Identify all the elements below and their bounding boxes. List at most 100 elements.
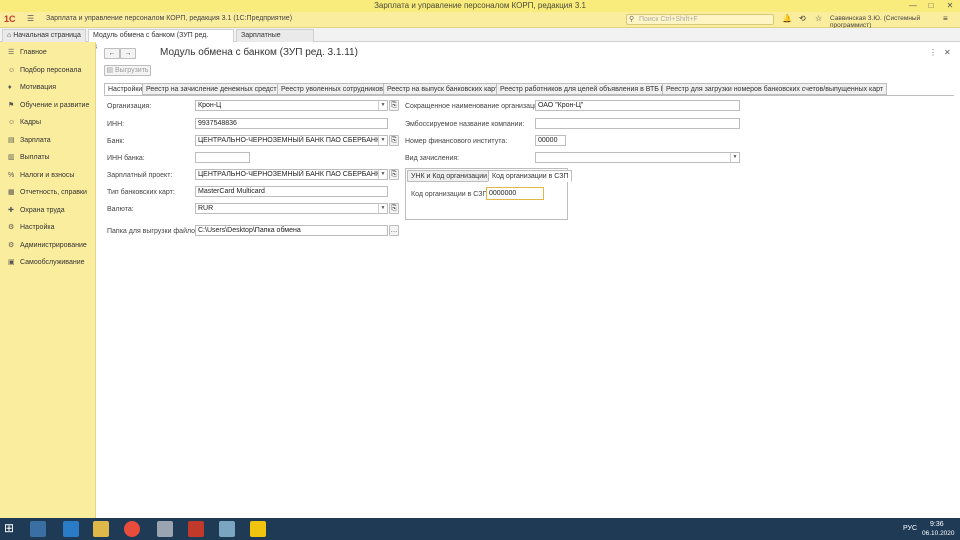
inn-field[interactable]: 9937548836 (195, 118, 388, 129)
open-link-icon[interactable]: ⎘ (389, 203, 399, 214)
subtab-unk[interactable]: УНК и Код организации (407, 170, 492, 182)
maximize-button[interactable]: □ (922, 0, 940, 12)
tab-salary-projects[interactable]: Зарплатные проекты ✕ (236, 29, 314, 51)
form-tab[interactable]: Реестр уволенных сотрудников (277, 83, 387, 95)
open-link-icon[interactable]: ⎘ (389, 100, 399, 111)
subtab-szp[interactable]: Код организации в СЗП (488, 170, 573, 182)
chrome-icon[interactable] (124, 521, 140, 537)
explorer-icon[interactable] (30, 521, 46, 537)
emboss-field[interactable] (535, 118, 740, 129)
notepad-icon[interactable] (157, 521, 173, 537)
sidebar-item-label: Выплаты (20, 154, 50, 161)
sidebar-item[interactable]: ▥ Выплаты (8, 152, 50, 164)
cardtype-field[interactable]: MasterCard Multicard (195, 186, 388, 197)
forward-button[interactable]: → (120, 48, 136, 59)
sidebar-item-label: Мотивация (20, 84, 57, 91)
close-form-icon[interactable]: ✕ (944, 48, 951, 57)
form-tab[interactable]: Реестр на зачисление денежных средств (142, 83, 285, 95)
sidebar-item[interactable]: ☰ Главное (8, 47, 47, 59)
sidebar-item-label: Подбор персонала (20, 66, 82, 74)
language-indicator[interactable]: РУС (903, 525, 917, 532)
sidebar-item[interactable]: ▤ Зарплата (8, 135, 51, 147)
currency-field[interactable]: RUR ▼ (195, 203, 388, 214)
window-titlebar: Зарплата и управление персоналом КОРП, р… (0, 0, 960, 12)
folder-icon[interactable] (93, 521, 109, 537)
user-name[interactable]: Саввинская З.Ю. (Системный программист) (830, 15, 960, 29)
1c-icon[interactable] (250, 521, 266, 537)
upload-button[interactable]: ▤ Выгрузить (104, 65, 151, 76)
sidebar-item[interactable]: ☺ Подбор персонала (8, 65, 81, 77)
sidebar-item[interactable]: ▦ Отчетность, справки (8, 187, 87, 199)
sidebar-item[interactable]: ⚙ Администрирование (8, 240, 87, 252)
section-icon: ⚑ (8, 101, 15, 109)
close-window-button[interactable]: ✕ (941, 0, 959, 12)
dropdown-icon[interactable]: ▼ (730, 153, 739, 162)
section-icon: ✚ (8, 206, 14, 214)
bank-field[interactable]: ЦЕНТРАЛЬНО-ЧЕРНОЗЕМНЫЙ БАНК ПАО СБЕРБАНК… (195, 135, 388, 146)
fin-field[interactable]: 00000 (535, 135, 566, 146)
sidebar-item[interactable]: ⚙ Настройка (8, 222, 54, 234)
network-icon[interactable] (219, 521, 235, 537)
org-value: Крон-Ц (198, 102, 222, 109)
szp-field[interactable]: 0000000 (486, 187, 544, 200)
more-icon[interactable]: ⋮ (929, 48, 937, 57)
form-tab[interactable]: Настройки (104, 83, 147, 95)
bell-icon[interactable]: 🔔 (782, 14, 792, 23)
sidebar-item[interactable]: ✚ Охрана труда (8, 205, 65, 217)
folder-field[interactable]: C:\Users\Desktop\Папка обмена (195, 225, 388, 236)
star-icon[interactable]: ☆ (815, 14, 822, 23)
sidebar-item-label: Настройка (20, 224, 55, 231)
org-field[interactable]: Крон-Ц ▼ (195, 100, 388, 111)
form-tabs: Настройки Реестр на зачисление денежных с… (104, 83, 888, 95)
project-value: ЦЕНТРАЛЬНО-ЧЕРНОЗЕМНЫЙ БАНК ПАО СБЕРБАНК (198, 171, 381, 178)
sidebar-item-label: Зарплата (20, 136, 51, 144)
inn-value: 9937548836 (198, 120, 237, 127)
form-tab[interactable]: Реестр работников для целей объявления в… (496, 83, 675, 95)
sidebar-item-label: Обучение и развитие (20, 101, 90, 109)
inn-label: ИНН: (107, 121, 125, 128)
sidebar-item[interactable]: % Налоги и взносы (8, 170, 74, 182)
section-icon: ☰ (8, 49, 15, 56)
settings-icon[interactable]: ≡ (943, 14, 948, 23)
powershell-icon[interactable] (63, 521, 79, 537)
sidebar-item[interactable]: ☺ Кадры (8, 117, 41, 129)
sidebar-item-label: Налоги и взносы (20, 171, 75, 179)
section-icon: ▦ (8, 189, 15, 196)
windows-start-icon[interactable]: ⊞ (4, 521, 14, 535)
form-tab[interactable]: Реестр для загрузки номеров банковских с… (662, 83, 888, 95)
tab-home-label: Начальная страница (13, 32, 81, 39)
shortname-field[interactable]: ОАО "Крон-Ц" (535, 100, 740, 111)
sidebar-item[interactable]: ⚑ Обучение и развитие (8, 100, 89, 112)
bank-value: ЦЕНТРАЛЬНО-ЧЕРНОЗЕМНЫЙ БАНК ПАО СБЕРБАНК (198, 137, 381, 144)
dropdown-icon[interactable]: ▼ (378, 170, 387, 179)
back-button[interactable]: ← (104, 48, 120, 59)
history-icon[interactable]: ⟲ (799, 14, 806, 23)
dropdown-icon[interactable]: ▼ (378, 204, 387, 213)
bank-inn-label: ИНН банка: (107, 155, 145, 162)
emboss-label: Эмбоссируемое название компании: (405, 121, 525, 128)
dropdown-icon[interactable]: ▼ (378, 101, 387, 110)
bank-inn-field[interactable] (195, 152, 250, 163)
clock-date: 06.10.2020 (922, 530, 955, 537)
browse-button[interactable]: … (389, 225, 399, 236)
open-link-icon[interactable]: ⎘ (389, 135, 399, 146)
section-icon: ♦ (8, 84, 12, 91)
sidebar-item[interactable]: ▣ Самообслуживание (8, 257, 85, 269)
app-icon[interactable] (188, 521, 204, 537)
dropdown-icon[interactable]: ▼ (378, 136, 387, 145)
project-field[interactable]: ЦЕНТРАЛЬНО-ЧЕРНОЗЕМНЫЙ БАНК ПАО СБЕРБАНК… (195, 169, 388, 180)
sidebar-item[interactable]: ♦ Мотивация (8, 82, 56, 94)
tab-home[interactable]: ⌂ Начальная страница (2, 29, 86, 42)
upload-label: Выгрузить (115, 67, 149, 74)
form-tab[interactable]: Реестр на выпуск банковских карт (383, 83, 503, 95)
search-input[interactable]: ⚲ Поиск Ctrl+Shift+F (626, 14, 774, 25)
tab-divider (104, 95, 954, 96)
org-label: Организация: (107, 103, 152, 110)
open-link-icon[interactable]: ⎘ (389, 169, 399, 180)
tab-exchange-module[interactable]: Модуль обмена с банком (ЗУП ред. 3.1.11)… (88, 29, 234, 51)
search-icon: ⚲ (629, 16, 635, 23)
credit-field[interactable]: ▼ (535, 152, 740, 163)
menu-icon[interactable]: ☰ (27, 14, 34, 23)
folder-label: Папка для выгрузки файлов: (107, 228, 201, 235)
minimize-button[interactable]: — (904, 0, 922, 12)
